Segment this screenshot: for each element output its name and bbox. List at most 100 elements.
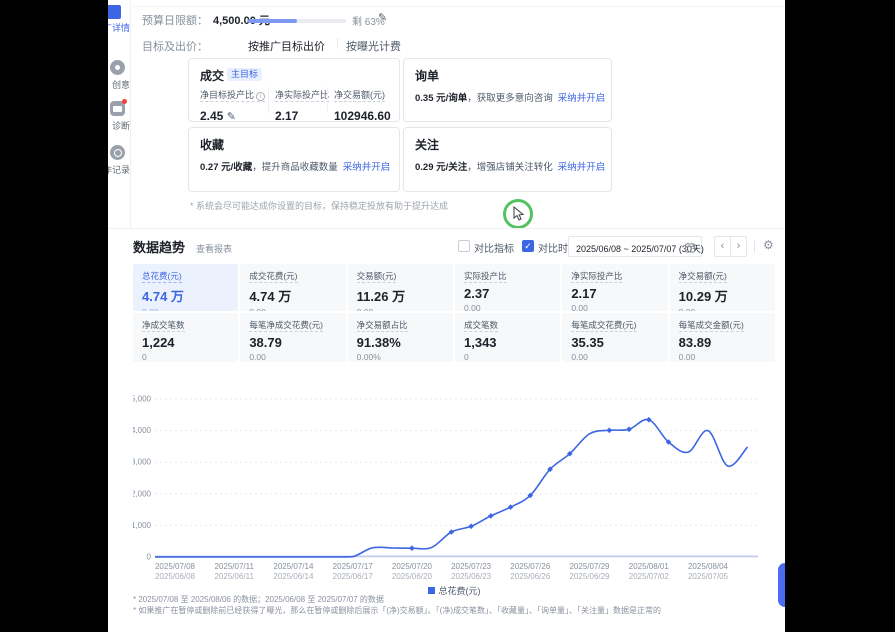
bidding-option-by-impression[interactable]: 按曝光计费	[346, 38, 401, 54]
camera-glyph	[113, 106, 122, 112]
metric-label[interactable]: 净交易额(元)	[334, 90, 385, 102]
x-tick-label-current: 2025/07/08	[155, 562, 196, 571]
goal-card-inquiry-title: 询单	[415, 67, 439, 84]
goal-card-inquiry-desc: 0.35 元/询单，获取更多意向咨询采纳并开启	[415, 90, 605, 104]
x-tick-label-compare: 2025/06/23	[451, 572, 492, 581]
x-tick-label-current: 2025/07/29	[569, 562, 610, 571]
trend-metric-card-9[interactable]: 净交易额占比91.38%0.00%	[348, 313, 453, 362]
trend-line-chart[interactable]: 01,0002,0003,0004,0005,0002025/07/082025…	[133, 388, 775, 584]
metric-value: 2.17	[275, 109, 329, 123]
metric-label[interactable]: 净目标投产比i	[200, 90, 265, 102]
trend-metric-card-3[interactable]: 交易额(元)11.26 万0.00	[348, 264, 453, 311]
trend-metric-card-12[interactable]: 每笔成交金额(元)83.890.00	[670, 313, 775, 362]
trend-metric-value: 83.89	[679, 335, 766, 350]
trend-metric-compare-value: 0	[142, 352, 229, 362]
trend-metric-grid: 总花费(元)4.74 万0.00成交花费(元)4.74 万0.00交易额(元)1…	[133, 264, 775, 362]
goal-card-follow-desc: 0.29 元/关注，增强店铺关注转化采纳并开启	[415, 159, 605, 173]
prev-period-button[interactable]: ‹	[715, 237, 731, 256]
next-period-button[interactable]: ›	[731, 237, 746, 256]
y-tick-label: 2,000	[133, 489, 152, 498]
data-point-marker	[626, 427, 632, 433]
metric-value: 2.45 ✎	[200, 109, 265, 123]
trend-metric-card-4[interactable]: 实际投产比2.370.00	[455, 264, 560, 311]
trend-metric-label: 实际投产比	[464, 270, 551, 282]
trend-metric-compare-value: 0	[464, 352, 551, 362]
budget-edit-icon[interactable]: ✎	[378, 11, 387, 24]
metric-divider	[268, 87, 269, 113]
primary-goal-badge: 主目标	[227, 68, 262, 81]
deal-metric-target-roi: 净目标投产比i 2.45 ✎	[200, 85, 265, 123]
sidebar-item-history[interactable]: 操作记录	[108, 163, 130, 176]
trend-metric-value: 10.29 万	[679, 286, 766, 305]
mouse-cursor	[513, 206, 525, 221]
trend-metric-value: 2.37	[464, 286, 551, 301]
campaign-detail-panel: 推广详情 创意 诊断 操作记录 预算日限额： 4,500.00 元 剩 63% …	[108, 0, 785, 632]
goal-card-follow-title: 关注	[415, 136, 439, 153]
trend-metric-card-11[interactable]: 每笔成交花费(元)35.350.00	[562, 313, 667, 362]
goal-card-deal-title: 成交	[200, 67, 224, 84]
goal-note: * 系统会尽可能达成你设置的目标，保持稳定投放有助于提升达成	[190, 199, 448, 212]
sidebar-item-creative[interactable]: 创意	[108, 78, 130, 91]
data-point-marker	[607, 428, 613, 434]
compare-metric-checkbox[interactable]	[458, 240, 470, 252]
metric-value: 102946.60	[334, 109, 391, 123]
budget-progress-fill	[248, 19, 297, 23]
x-tick-label-current: 2025/07/11	[214, 562, 254, 571]
y-tick-label: 5,000	[133, 395, 152, 404]
trend-metric-card-5[interactable]: 净实际投产比2.170.00	[562, 264, 667, 311]
data-point-marker	[409, 545, 415, 551]
edit-roi-icon[interactable]: ✎	[227, 111, 236, 123]
trend-metric-card-6[interactable]: 净交易额(元)10.29 万0.00	[670, 264, 775, 311]
bidding-option-by-goal[interactable]: 按推广目标出价	[248, 38, 325, 54]
x-tick-label-compare: 2025/07/02	[629, 572, 670, 581]
goal-card-favorite-desc: 0.27 元/收藏，提升商品收藏数量采纳并开启	[200, 159, 390, 173]
sidebar-divider	[130, 0, 131, 228]
clock-glyph	[114, 149, 122, 157]
footnote-2: * 如果推广在暂停或删除前已经获得了曝光，那么在暂停或删除后展示「(净)交易额」…	[133, 605, 661, 616]
notification-red-dot	[122, 99, 127, 104]
trend-metric-value: 2.17	[571, 286, 658, 301]
y-tick-label: 0	[147, 553, 152, 562]
trend-metric-compare-value: 0.00	[357, 307, 444, 311]
info-icon[interactable]: i	[256, 92, 265, 101]
screen: 推广详情 创意 诊断 操作记录 预算日限额： 4,500.00 元 剩 63% …	[0, 0, 895, 632]
x-tick-label-current: 2025/08/01	[629, 562, 670, 571]
trend-metric-value: 38.79	[249, 335, 336, 350]
view-report-link[interactable]: 查看报表	[196, 242, 232, 255]
trend-metric-compare-value: 0.00	[249, 307, 336, 311]
floating-side-tab[interactable]	[778, 563, 785, 607]
compare-time-checkbox[interactable]: ✓	[522, 240, 534, 252]
legend-marker	[428, 587, 435, 594]
trend-metric-compare-value: 0.00%	[357, 352, 444, 362]
creative-bulb-icon[interactable]	[110, 60, 125, 75]
sidebar-item-diagnosis[interactable]: 诊断	[108, 119, 130, 132]
history-clock-icon[interactable]	[110, 145, 125, 160]
trend-metric-compare-value: 0.00	[571, 303, 658, 311]
bulb-glyph	[115, 65, 120, 70]
trend-metric-value: 91.38%	[357, 335, 444, 350]
sidebar-item-promo-detail[interactable]: 推广详情	[108, 21, 130, 34]
x-tick-label-current: 2025/07/26	[510, 562, 551, 571]
budget-label: 预算日限额：	[142, 12, 208, 28]
trend-metric-card-7[interactable]: 净成交笔数1,2240	[133, 313, 238, 362]
goal-card-follow: 关注 0.29 元/关注，增强店铺关注转化采纳并开启	[403, 127, 612, 192]
metric-label[interactable]: 净实际投产比	[275, 90, 329, 102]
trend-metric-value: 1,343	[464, 335, 551, 350]
adopt-enable-link[interactable]: 采纳并开启	[343, 162, 391, 173]
date-range-picker[interactable]: 2025/06/08 ~ 2025/07/07 (30天)	[568, 236, 702, 257]
sidebar-active-indicator[interactable]	[108, 5, 121, 19]
data-point-marker	[468, 524, 474, 530]
trend-metric-card-1[interactable]: 总花费(元)4.74 万0.00	[133, 264, 238, 311]
trend-metric-card-2[interactable]: 成交花费(元)4.74 万0.00	[240, 264, 345, 311]
trend-metric-label: 每笔成交花费(元)	[571, 319, 658, 331]
adopt-enable-link[interactable]: 采纳并开启	[558, 93, 606, 104]
compare-metric-label: 对比指标	[474, 240, 514, 255]
trend-metric-compare-value: 0.00	[249, 352, 336, 362]
x-tick-label-compare: 2025/07/05	[688, 572, 729, 581]
adopt-enable-link[interactable]: 采纳并开启	[558, 162, 606, 173]
gear-icon[interactable]: ⚙	[763, 238, 774, 252]
trend-metric-card-10[interactable]: 成交笔数1,3430	[455, 313, 560, 362]
trend-metric-card-8[interactable]: 每笔净成交花费(元)38.790.00	[240, 313, 345, 362]
metric-divider	[327, 87, 328, 113]
trend-metric-label: 每笔成交金额(元)	[679, 319, 766, 331]
